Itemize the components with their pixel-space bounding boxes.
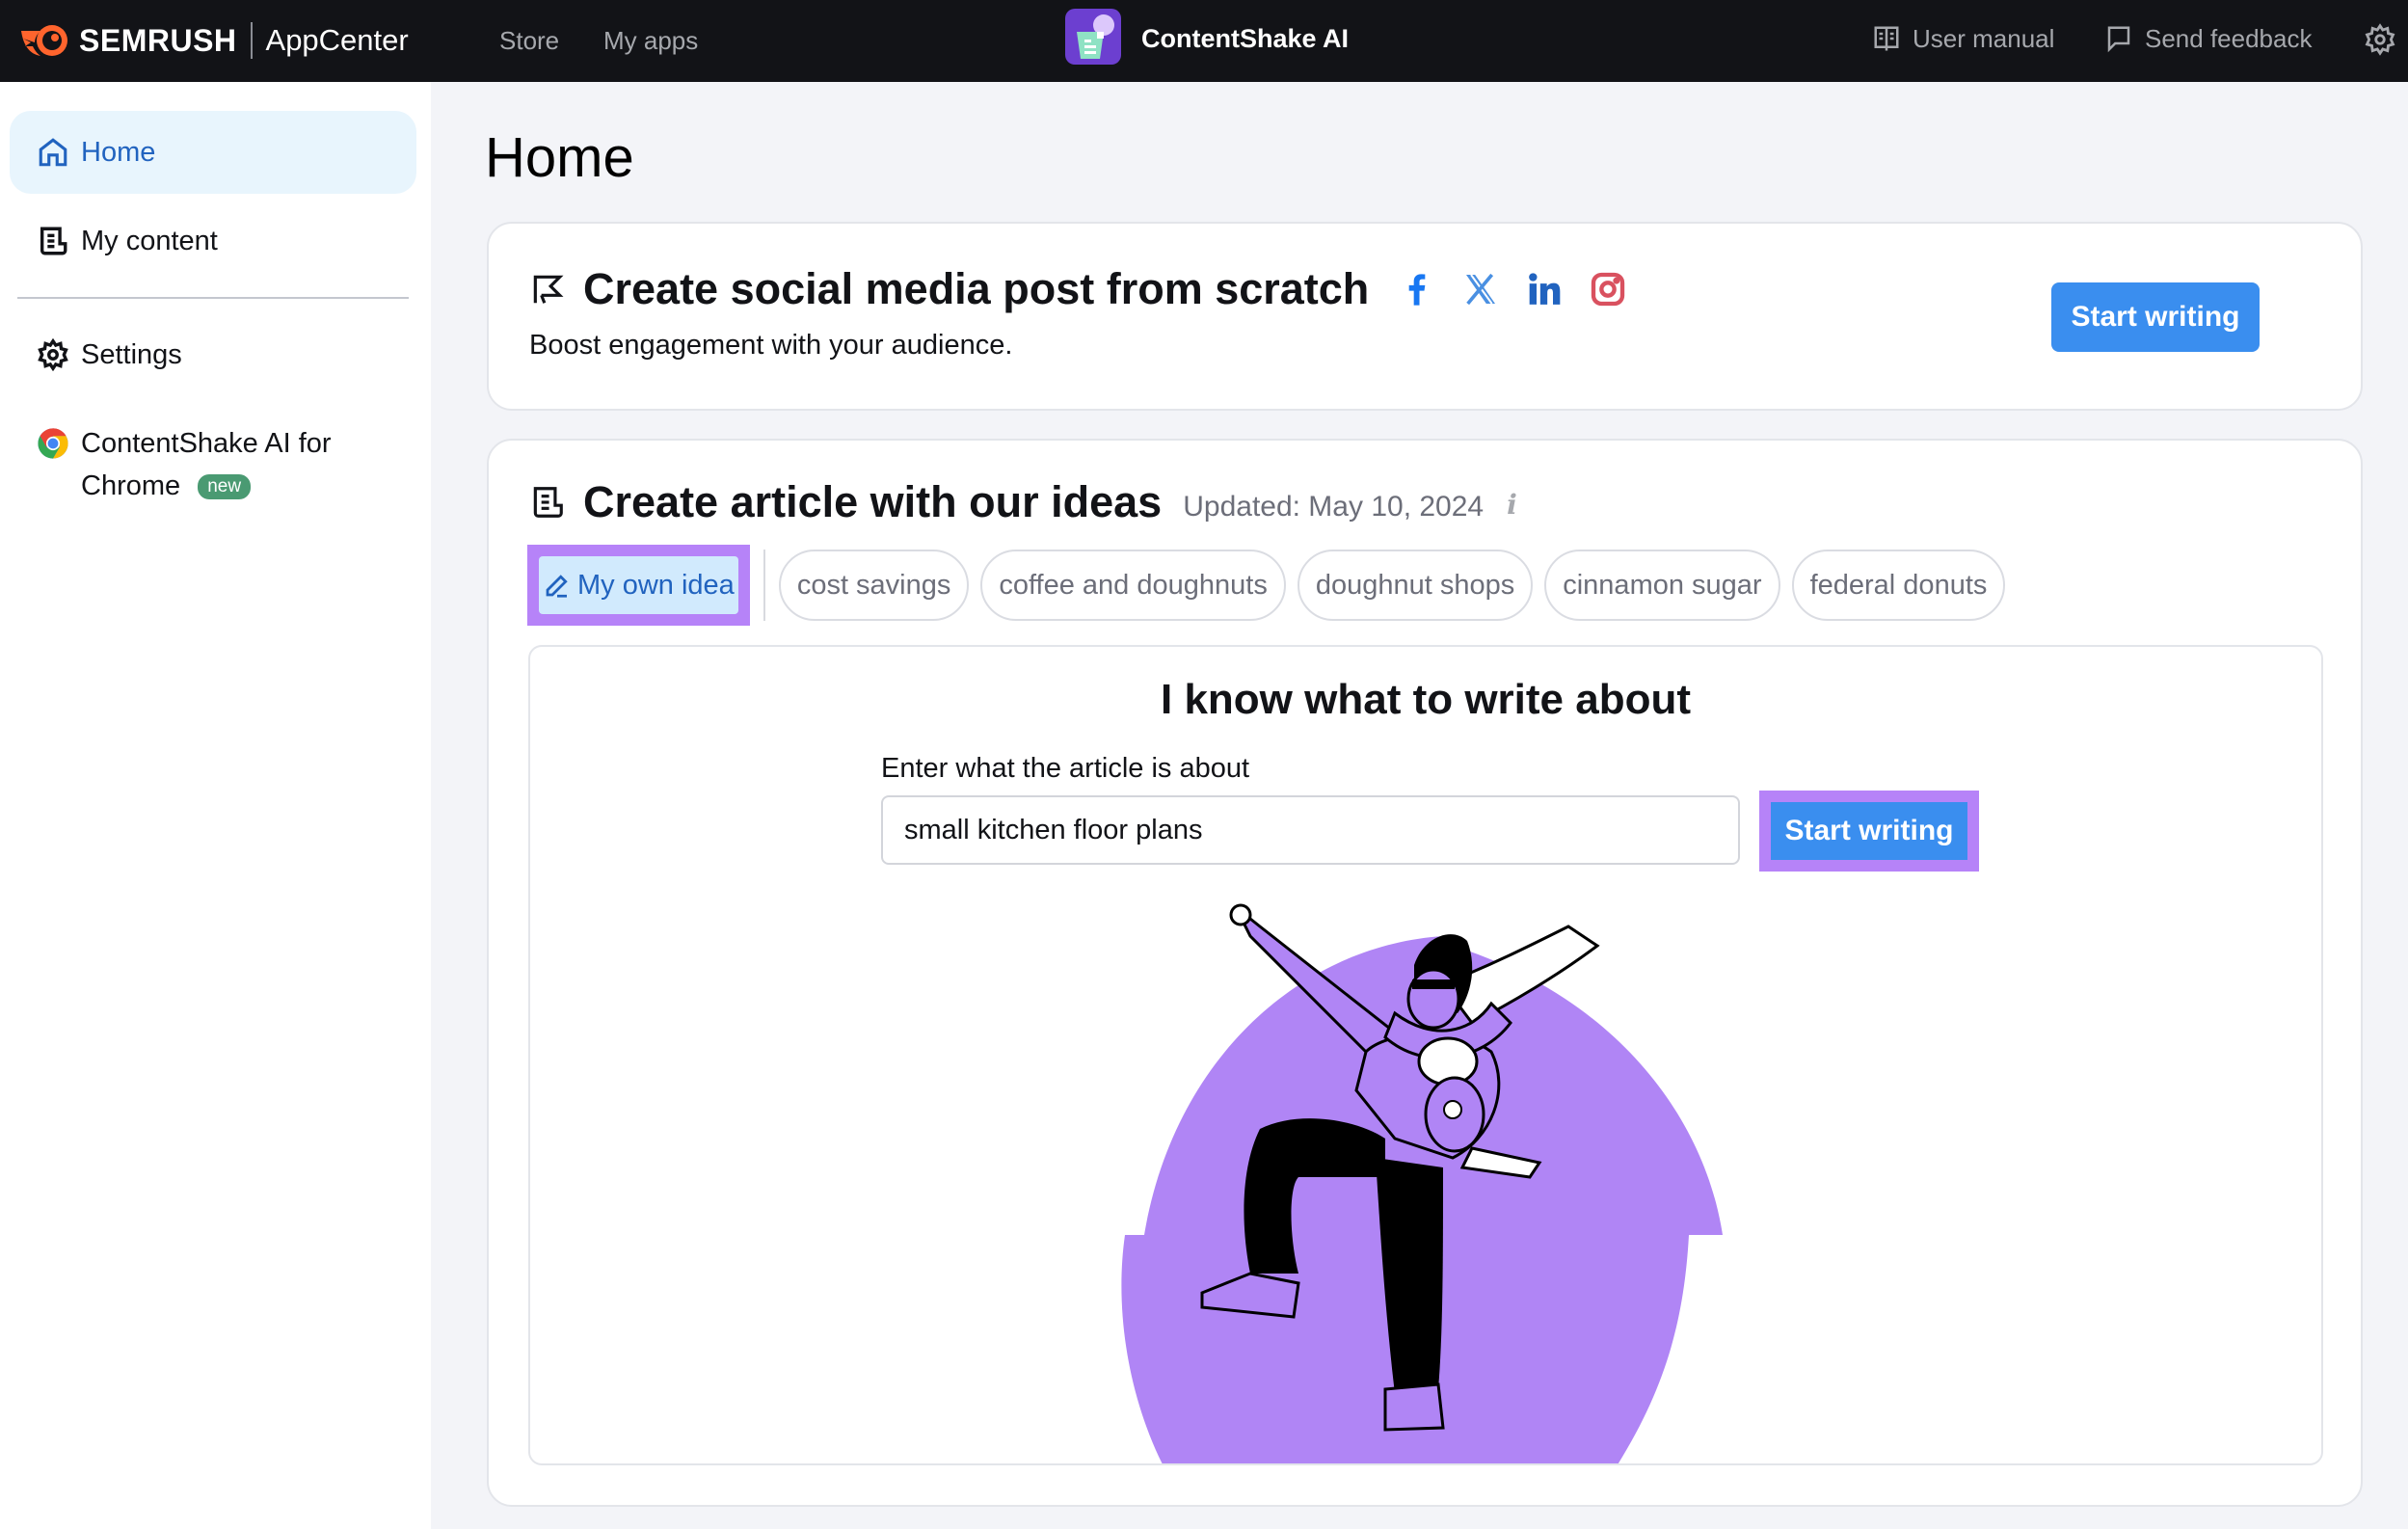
superhero-illustration bbox=[1121, 903, 1723, 1463]
my-own-idea-chip[interactable]: My own idea bbox=[539, 556, 738, 614]
user-manual-link[interactable]: User manual bbox=[1872, 19, 2054, 58]
idea-chips: My own idea cost savings coffee and doug… bbox=[527, 545, 2017, 626]
cat-badge bbox=[1443, 1100, 1462, 1119]
article-card-heading: Create article with our ideas Updated: M… bbox=[529, 477, 1517, 527]
social-card-title: Create social media post from scratch bbox=[583, 264, 1370, 313]
contentshake-app-icon bbox=[1065, 9, 1121, 65]
top-bar: SEMRUSH AppCenter Store My apps ContentS… bbox=[0, 0, 2408, 82]
semrush-flame-icon bbox=[21, 25, 67, 56]
chrome-icon bbox=[38, 428, 68, 459]
own-idea-panel: I know what to write about Enter what th… bbox=[528, 645, 2323, 1465]
sidebar-item-label: My content bbox=[81, 225, 218, 256]
social-post-card: Create social media post from scratch Bo… bbox=[487, 222, 2363, 411]
sidebar: Home My content Settings ContentShake AI… bbox=[0, 82, 431, 1529]
page-title: Home bbox=[485, 126, 634, 189]
panel-title: I know what to write about bbox=[1161, 676, 1691, 723]
linkedin-icon bbox=[1529, 273, 1561, 305]
topic-chip[interactable]: coffee and doughnuts bbox=[980, 550, 1286, 621]
article-ideas-card: Create article with our ideas Updated: M… bbox=[487, 439, 2363, 1507]
start-writing-highlight: Start writing bbox=[1759, 791, 1979, 872]
pencil-icon bbox=[546, 575, 568, 598]
new-badge: new bbox=[198, 474, 252, 500]
nav-store[interactable]: Store bbox=[499, 21, 559, 60]
article-card-title: Create article with our ideas bbox=[583, 477, 1163, 526]
social-network-icons bbox=[1398, 270, 1627, 308]
product-name: AppCenter bbox=[265, 23, 409, 57]
updated-date: Updated: May 10, 2024 bbox=[1183, 491, 1485, 523]
social-card-heading: Create social media post from scratch bbox=[529, 264, 1627, 314]
topic-chip[interactable]: federal donuts bbox=[1791, 550, 2006, 621]
my-own-idea-highlight: My own idea bbox=[527, 545, 750, 626]
send-feedback-label: Send feedback bbox=[2145, 23, 2313, 53]
gear-icon[interactable] bbox=[2364, 23, 2396, 56]
x-twitter-icon bbox=[1466, 273, 1496, 306]
send-feedback-link[interactable]: Send feedback bbox=[2104, 19, 2312, 58]
topic-field-label: Enter what the article is about bbox=[881, 753, 1250, 784]
semrush-logo[interactable]: SEMRUSH AppCenter bbox=[19, 21, 409, 60]
instagram-icon bbox=[1592, 272, 1625, 307]
sidebar-item-chrome-extension[interactable]: ContentShake AI for Chrome new bbox=[10, 415, 416, 521]
gear-icon bbox=[38, 338, 68, 371]
user-manual-label: User manual bbox=[1913, 23, 2055, 53]
social-card-subtitle: Boost engagement with your audience. bbox=[529, 330, 1013, 361]
sidebar-item-label: Settings bbox=[81, 338, 182, 370]
document-icon bbox=[40, 227, 67, 255]
megaphone-icon bbox=[533, 275, 564, 304]
logo-divider bbox=[250, 22, 253, 59]
figure-sunglasses bbox=[1412, 979, 1455, 989]
info-icon[interactable]: i bbox=[1507, 489, 1517, 521]
book-icon bbox=[1874, 26, 1899, 51]
figure-hand bbox=[1229, 903, 1252, 926]
article-icon bbox=[533, 487, 563, 518]
facebook-icon bbox=[1408, 274, 1426, 306]
nav-my-apps[interactable]: My apps bbox=[603, 21, 698, 60]
social-start-writing-button[interactable]: Start writing bbox=[2051, 282, 2260, 352]
article-start-writing-button[interactable]: Start writing bbox=[1771, 802, 1967, 860]
sidebar-item-my-content[interactable]: My content bbox=[10, 200, 416, 282]
sidebar-divider bbox=[17, 297, 409, 299]
message-icon bbox=[2107, 26, 2130, 53]
sidebar-item-home[interactable]: Home bbox=[10, 111, 416, 194]
sidebar-item-settings[interactable]: Settings bbox=[10, 313, 416, 396]
topic-input[interactable] bbox=[881, 795, 1740, 865]
brand-name: SEMRUSH bbox=[79, 22, 237, 58]
chip-divider bbox=[763, 550, 765, 621]
figure-shoe-right bbox=[1383, 1382, 1445, 1432]
my-own-idea-label: My own idea bbox=[577, 569, 735, 601]
topic-chip[interactable]: cost savings bbox=[778, 550, 970, 621]
topic-chip[interactable]: doughnut shops bbox=[1297, 550, 1534, 621]
app-name: ContentShake AI bbox=[1141, 24, 1350, 53]
home-icon bbox=[39, 138, 67, 167]
figure-face bbox=[1406, 968, 1460, 1030]
topic-chip[interactable]: cinnamon sugar bbox=[1544, 550, 1780, 621]
sidebar-item-label: Home bbox=[81, 136, 156, 168]
